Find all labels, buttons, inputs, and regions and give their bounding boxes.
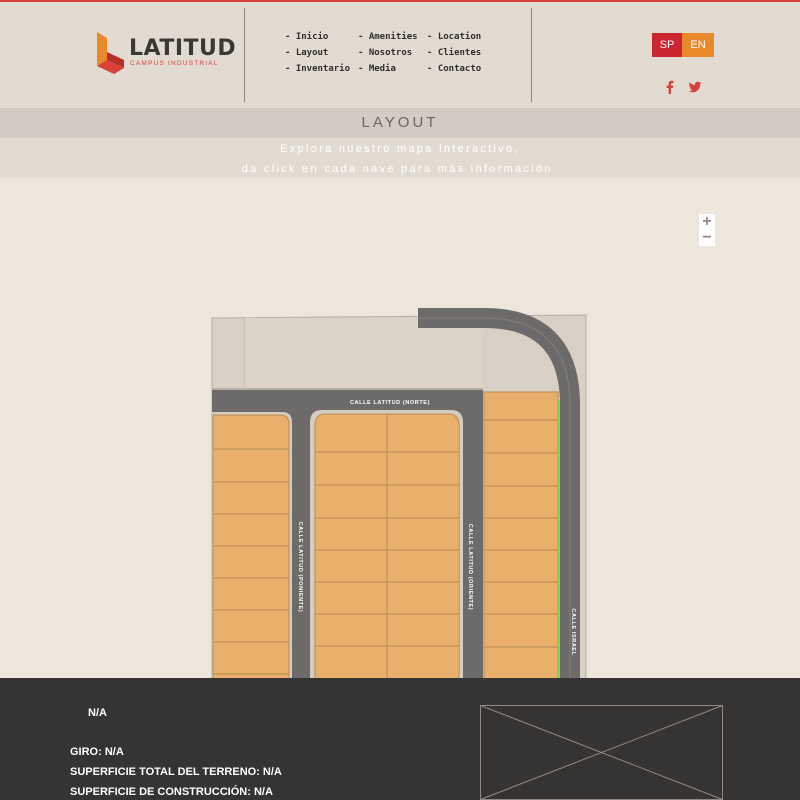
construccion-text: SUPERFICIE DE CONSTRUCCIÓN: N/A (70, 786, 273, 798)
image-placeholder (480, 705, 723, 800)
terreno-text: SUPERFICIE TOTAL DEL TERRENO: N/A (70, 766, 282, 778)
zoom-out-button[interactable]: − (699, 230, 715, 246)
zoom-in-button[interactable]: + (699, 214, 715, 230)
street-label-oriente: CALLE LATITUD (ORIENTE) (467, 524, 473, 610)
street-label-norte: CALLE LATITUD (NORTE) (350, 400, 430, 406)
lot-block-center[interactable] (314, 413, 460, 681)
street-label-israel: CALLE ISRAEL (570, 608, 576, 655)
open-area (245, 318, 483, 392)
lot-block-west[interactable] (212, 414, 290, 681)
lot-block-east[interactable] (483, 391, 559, 681)
giro-text: GIRO: N/A (70, 746, 124, 758)
nave-name: N/A (88, 707, 107, 719)
road-edge (212, 388, 483, 390)
street-label-poniente: CALLE LATITUD (PONIENTE) (297, 522, 303, 613)
